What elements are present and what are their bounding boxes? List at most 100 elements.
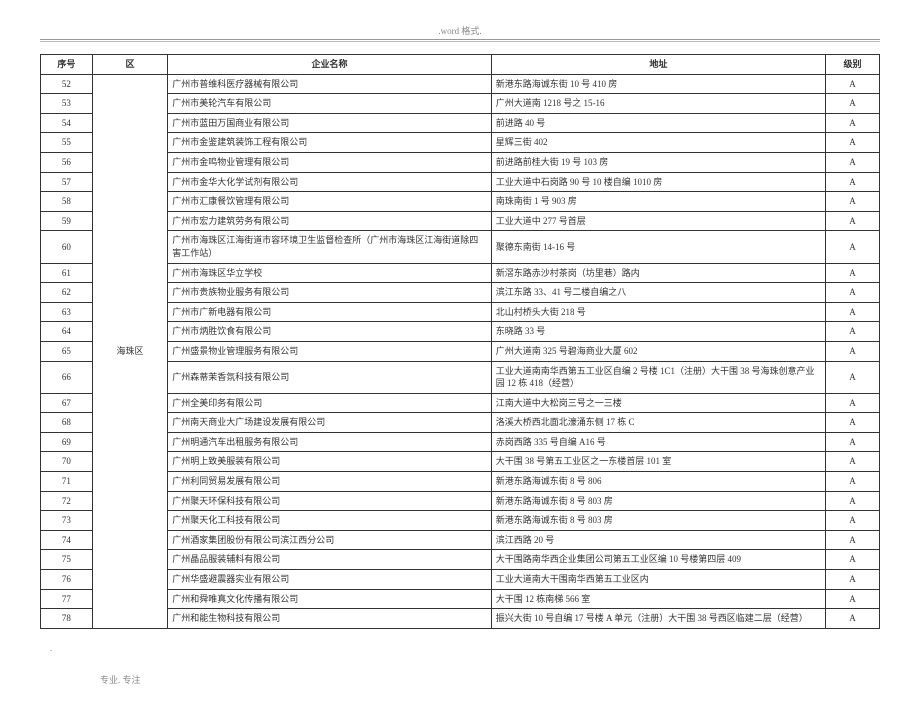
table-body: 52海珠区广州市普维科医疗器械有限公司新港东路海诚东街 10 号 410 房A5…	[41, 74, 880, 628]
cell-name: 广州和舜唯真文化传播有限公司	[168, 589, 492, 609]
cell-level: A	[826, 491, 880, 511]
cell-level: A	[826, 550, 880, 570]
cell-level: A	[826, 133, 880, 153]
cell-level: A	[826, 609, 880, 629]
cell-seq: 54	[41, 113, 93, 133]
cell-level: A	[826, 341, 880, 361]
cell-name: 广州市普维科医疗器械有限公司	[168, 74, 492, 94]
cell-level: A	[826, 192, 880, 212]
cell-addr: 广州大道南 325 号碧海商业大厦 602	[491, 341, 825, 361]
cell-name: 广州市宏力建筑劳务有限公司	[168, 211, 492, 231]
cell-addr: 广州大道南 1218 号之 15-16	[491, 94, 825, 114]
cell-addr: 大干围 12 栋南梯 566 室	[491, 589, 825, 609]
cell-addr: 洛溪大桥西北面北濠涌东侧 17 栋 C	[491, 413, 825, 433]
cell-seq: 68	[41, 413, 93, 433]
cell-name: 广州盛景物业管理服务有限公司	[168, 341, 492, 361]
cell-name: 广州市海珠区江海街道市容环境卫生监督检查所（广州市海珠区江海街道除四害工作站）	[168, 231, 492, 263]
cell-seq: 66	[41, 361, 93, 393]
cell-addr: 工业大道中石岗路 90 号 10 楼自编 1010 房	[491, 172, 825, 192]
cell-level: A	[826, 322, 880, 342]
cell-seq: 55	[41, 133, 93, 153]
cell-name: 广州酒家集团股份有限公司滨江西分公司	[168, 530, 492, 550]
enterprise-table: 序号 区 企业名称 地址 级别 52海珠区广州市普维科医疗器械有限公司新港东路海…	[40, 54, 880, 629]
cell-seq: 76	[41, 570, 93, 590]
cell-name: 广州和能生物科技有限公司	[168, 609, 492, 629]
cell-name: 广州华盛避震器实业有限公司	[168, 570, 492, 590]
cell-seq: 69	[41, 432, 93, 452]
header-divider	[40, 39, 880, 42]
cell-name: 广州聚天环保科技有限公司	[168, 491, 492, 511]
col-header-district: 区	[92, 55, 167, 75]
cell-seq: 70	[41, 452, 93, 472]
cell-name: 广州市金鸣物业管理有限公司	[168, 152, 492, 172]
footer-note: 专业. 专注	[100, 673, 880, 686]
cell-addr: 北山村桥头大街 218 号	[491, 302, 825, 322]
cell-seq: 52	[41, 74, 93, 94]
cell-addr: 江南大道中大松岗三号之一三楼	[491, 393, 825, 413]
cell-addr: 南珠南街 1 号 903 房	[491, 192, 825, 212]
cell-addr: 新港东路海诚东街 10 号 410 房	[491, 74, 825, 94]
cell-addr: 聚德东南街 14-16 号	[491, 231, 825, 263]
cell-seq: 59	[41, 211, 93, 231]
cell-addr: 大干围路南华西企业集团公司第五工业区编 10 号楼第四层 409	[491, 550, 825, 570]
cell-name: 广州市汇康餐饮管理有限公司	[168, 192, 492, 212]
cell-seq: 53	[41, 94, 93, 114]
cell-level: A	[826, 152, 880, 172]
cell-seq: 63	[41, 302, 93, 322]
table-header-row: 序号 区 企业名称 地址 级别	[41, 55, 880, 75]
cell-seq: 62	[41, 283, 93, 303]
cell-name: 广州晶品服装辅料有限公司	[168, 550, 492, 570]
footer-dot: .	[50, 643, 880, 653]
cell-addr: 新港东路海诚东街 8 号 806	[491, 472, 825, 492]
cell-seq: 74	[41, 530, 93, 550]
cell-name: 广州利同贸易发展有限公司	[168, 472, 492, 492]
cell-seq: 73	[41, 511, 93, 531]
cell-name: 广州明通汽车出租服务有限公司	[168, 432, 492, 452]
cell-level: A	[826, 113, 880, 133]
cell-name: 广州市海珠区华立学校	[168, 263, 492, 283]
cell-seq: 72	[41, 491, 93, 511]
cell-seq: 77	[41, 589, 93, 609]
cell-level: A	[826, 172, 880, 192]
cell-addr: 前进路前桂大街 19 号 103 房	[491, 152, 825, 172]
cell-level: A	[826, 302, 880, 322]
cell-seq: 75	[41, 550, 93, 570]
cell-level: A	[826, 432, 880, 452]
cell-name: 广州森蒂茉香氛科技有限公司	[168, 361, 492, 393]
cell-level: A	[826, 211, 880, 231]
cell-seq: 71	[41, 472, 93, 492]
cell-name: 广州聚天化工科技有限公司	[168, 511, 492, 531]
cell-name: 广州市金鉴建筑装饰工程有限公司	[168, 133, 492, 153]
cell-level: A	[826, 452, 880, 472]
cell-name: 广州南天商业大广场建设发展有限公司	[168, 413, 492, 433]
cell-name: 广州市广新电器有限公司	[168, 302, 492, 322]
cell-level: A	[826, 570, 880, 590]
cell-addr: 工业大道南大干围南华西第五工业区内	[491, 570, 825, 590]
cell-seq: 64	[41, 322, 93, 342]
cell-addr: 星辉三街 402	[491, 133, 825, 153]
cell-addr: 大干围 38 号第五工业区之一东楼首层 101 室	[491, 452, 825, 472]
cell-seq: 57	[41, 172, 93, 192]
cell-name: 广州市金华大化学试剂有限公司	[168, 172, 492, 192]
cell-name: 广州市美轮汽车有限公司	[168, 94, 492, 114]
cell-addr: 工业大道中 277 号首层	[491, 211, 825, 231]
col-header-seq: 序号	[41, 55, 93, 75]
cell-name: 广州市贵族物业服务有限公司	[168, 283, 492, 303]
cell-addr: 东晓路 33 号	[491, 322, 825, 342]
cell-name: 广州全美印务有限公司	[168, 393, 492, 413]
cell-level: A	[826, 511, 880, 531]
cell-addr: 新港东路海诚东街 8 号 803 房	[491, 491, 825, 511]
cell-level: A	[826, 393, 880, 413]
cell-level: A	[826, 589, 880, 609]
cell-seq: 60	[41, 231, 93, 263]
cell-addr: 新港东路海诚东街 8 号 803 房	[491, 511, 825, 531]
cell-seq: 78	[41, 609, 93, 629]
cell-level: A	[826, 361, 880, 393]
cell-addr: 振兴大街 10 号自编 17 号楼 A 单元（注册）大干围 38 号西区临建二层…	[491, 609, 825, 629]
cell-level: A	[826, 231, 880, 263]
cell-addr: 工业大道南南华西第五工业区自编 2 号楼 1C1（注册）大干围 38 号海珠创意…	[491, 361, 825, 393]
cell-name: 广州市蓝田万国商业有限公司	[168, 113, 492, 133]
cell-level: A	[826, 283, 880, 303]
cell-level: A	[826, 472, 880, 492]
header-note: .word 格式.	[40, 24, 880, 37]
